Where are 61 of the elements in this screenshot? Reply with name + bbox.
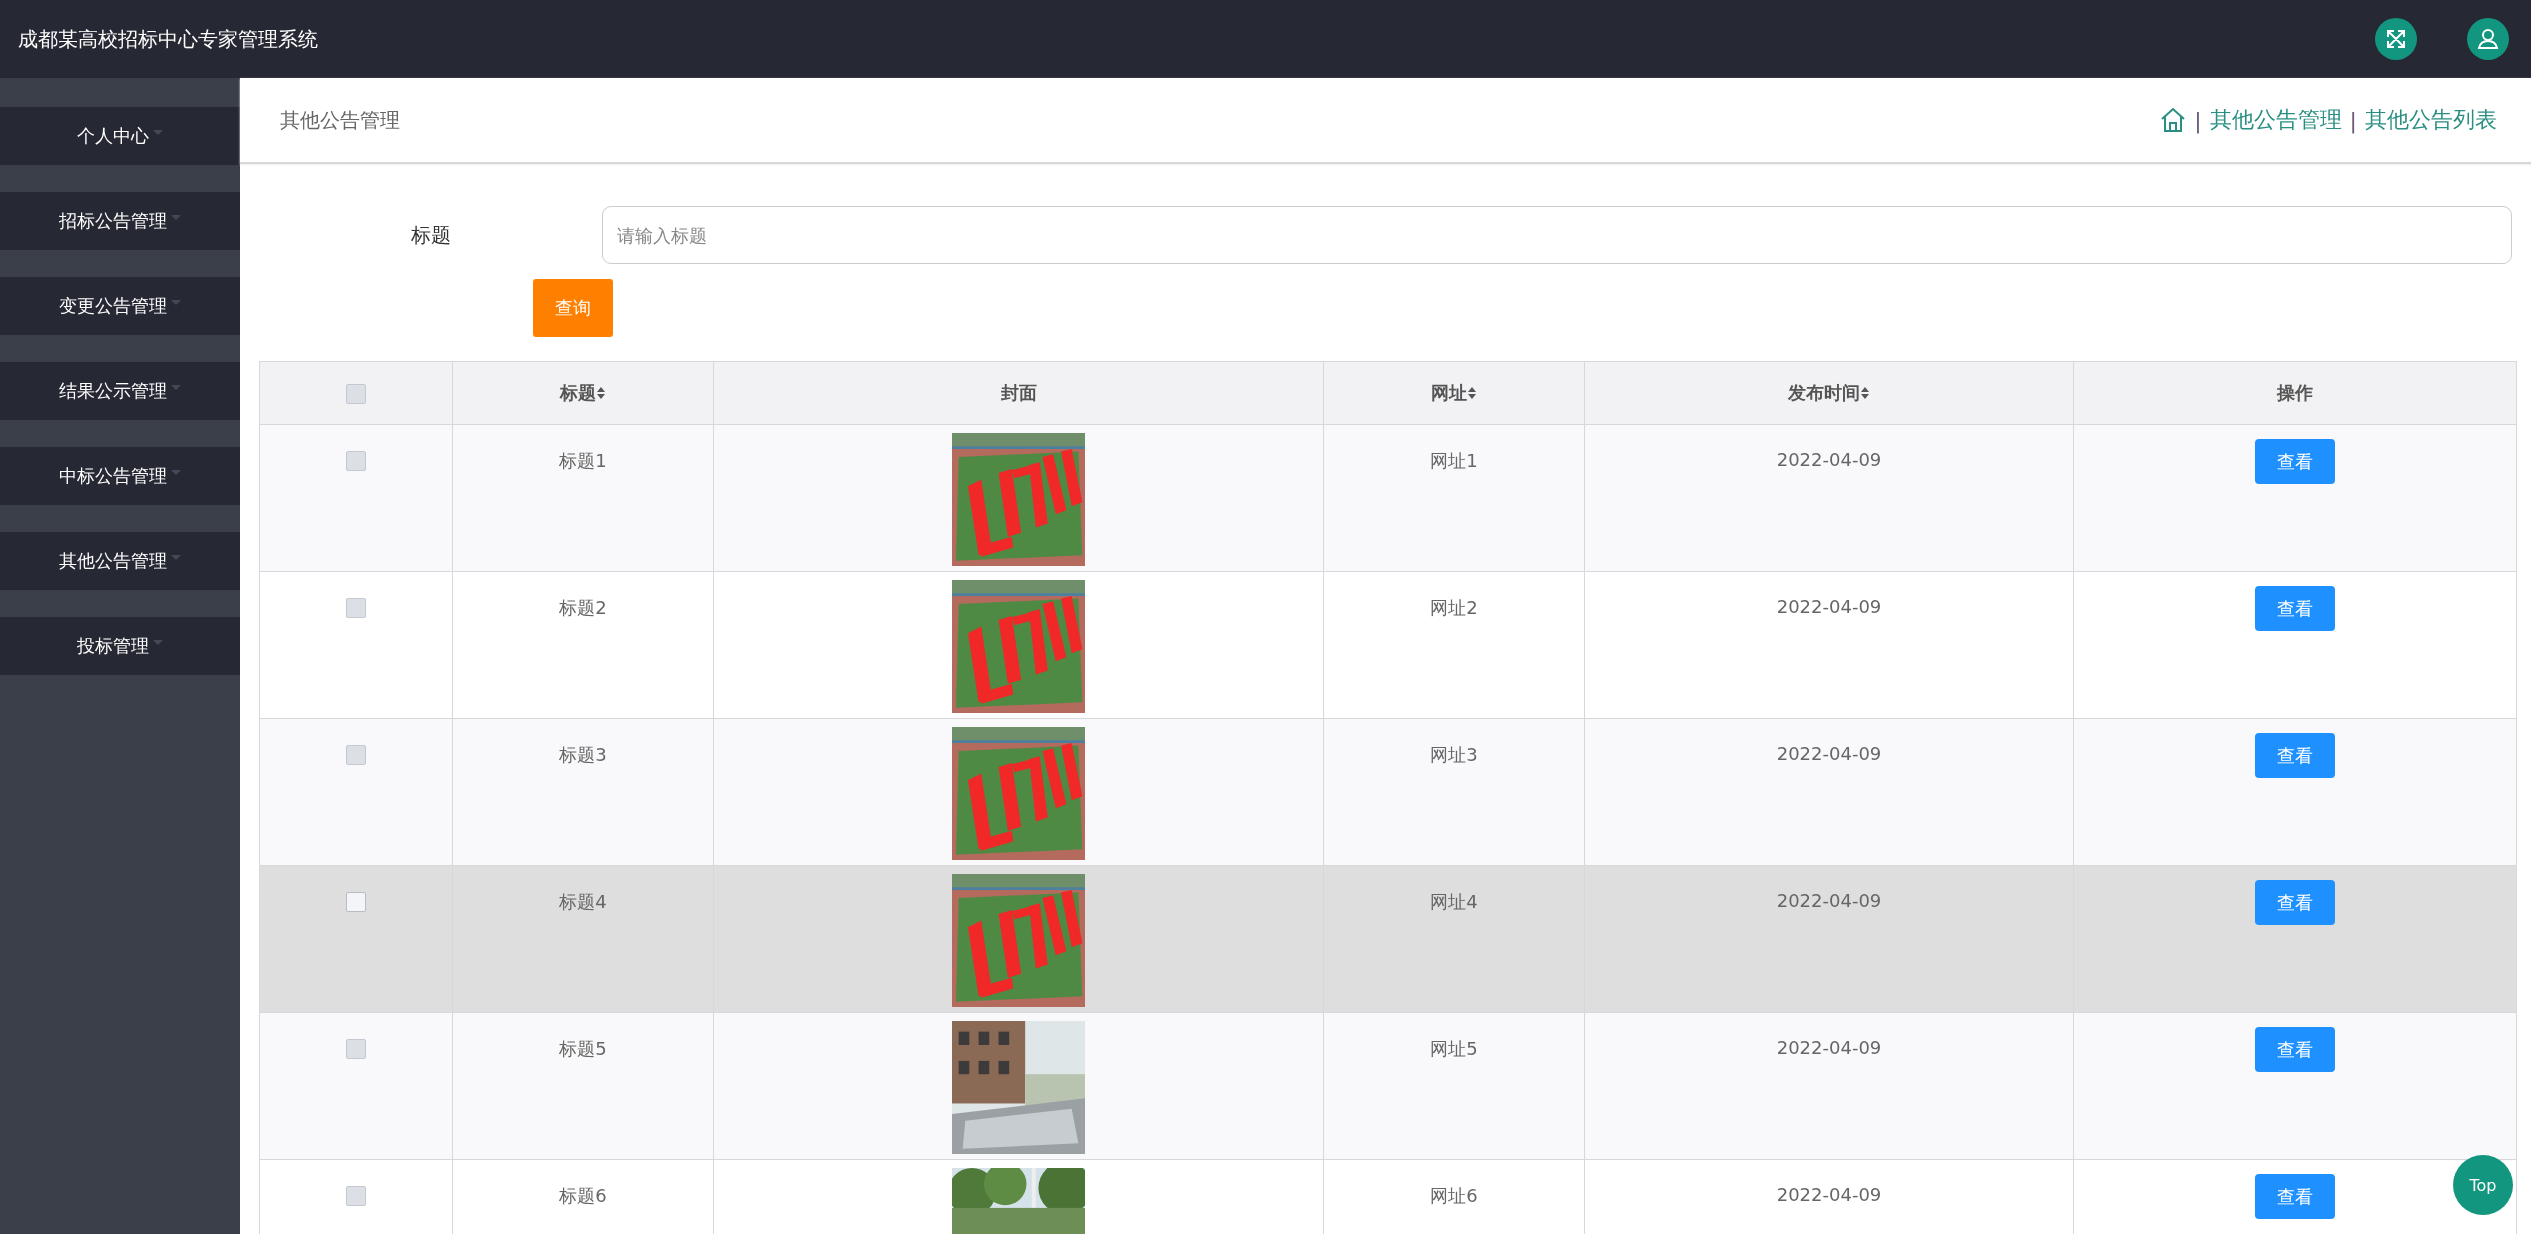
table-cell: 标题4 bbox=[559, 890, 607, 914]
checkbox[interactable] bbox=[346, 598, 366, 618]
sidebar-item[interactable]: 其他公告管理 bbox=[0, 532, 240, 590]
caret-icon bbox=[171, 384, 181, 390]
sidebar-item[interactable]: 结果公示管理 bbox=[0, 362, 240, 420]
table-cell: 2022-04-09 bbox=[1776, 743, 1882, 764]
table-cell: 网址2 bbox=[1430, 596, 1478, 620]
table-cell: 网址5 bbox=[1430, 1037, 1478, 1061]
checkbox[interactable] bbox=[346, 451, 366, 471]
column-header: 操作 bbox=[2277, 381, 2313, 405]
expand-icon bbox=[2385, 28, 2407, 50]
checkbox[interactable] bbox=[346, 892, 366, 912]
checkbox[interactable] bbox=[346, 1039, 366, 1059]
table-cell: 标题3 bbox=[559, 743, 607, 767]
table-cell: 2022-04-09 bbox=[1776, 890, 1882, 911]
table-cell: 标题2 bbox=[559, 596, 607, 620]
table-cell: 标题1 bbox=[559, 449, 607, 473]
breadcrumb-separator: | bbox=[2349, 107, 2357, 133]
table-cell: 网址6 bbox=[1430, 1184, 1478, 1208]
sidebar-item[interactable]: 投标管理 bbox=[0, 617, 240, 675]
caret-icon bbox=[171, 299, 181, 305]
column-header[interactable]: 发布时间 bbox=[1788, 381, 1860, 405]
caret-icon bbox=[171, 469, 181, 475]
table-cell: 网址1 bbox=[1430, 449, 1478, 473]
sidebar-item[interactable]: 中标公告管理 bbox=[0, 447, 240, 505]
table-cell: 2022-04-09 bbox=[1776, 1037, 1882, 1058]
breadcrumb-link[interactable]: 其他公告管理 bbox=[2209, 105, 2342, 135]
app-title: 成都某高校招标中心专家管理系统 bbox=[18, 25, 319, 53]
home-icon[interactable] bbox=[2160, 107, 2187, 133]
table-cell: 网址4 bbox=[1430, 890, 1478, 914]
fullscreen-button[interactable] bbox=[2375, 18, 2417, 60]
table-cell: 2022-04-09 bbox=[1776, 449, 1882, 470]
breadcrumb-link[interactable]: 其他公告列表 bbox=[2365, 105, 2497, 135]
user-icon bbox=[2477, 28, 2499, 50]
column-header: 封面 bbox=[1000, 381, 1037, 405]
table-cell: 2022-04-09 bbox=[1776, 596, 1882, 617]
sort-icon[interactable] bbox=[1860, 386, 1870, 400]
caret-icon bbox=[153, 129, 163, 135]
sidebar-item[interactable]: 个人中心 bbox=[0, 107, 240, 165]
breadcrumb-separator: | bbox=[2194, 107, 2202, 133]
checkbox[interactable] bbox=[346, 745, 366, 765]
column-header[interactable]: 网址 bbox=[1431, 381, 1467, 405]
title-search-field[interactable]: 请输入标题 bbox=[602, 206, 2512, 264]
table-cell: 2022-04-09 bbox=[1776, 1184, 1882, 1205]
sidebar-item[interactable]: 变更公告管理 bbox=[0, 277, 240, 335]
table-cell: 标题6 bbox=[559, 1184, 607, 1208]
page-title: 其他公告管理 bbox=[280, 106, 401, 134]
field-label: 标题 bbox=[409, 221, 452, 249]
user-button[interactable] bbox=[2467, 18, 2509, 60]
sort-icon[interactable] bbox=[596, 386, 606, 400]
sidebar-item[interactable]: 招标公告管理 bbox=[0, 192, 240, 250]
table-cell: 标题5 bbox=[559, 1037, 607, 1061]
sort-icon[interactable] bbox=[1467, 386, 1477, 400]
caret-icon bbox=[171, 214, 181, 220]
table-cell: 网址3 bbox=[1430, 743, 1478, 767]
caret-icon bbox=[153, 639, 163, 645]
back-to-top-button[interactable]: Top bbox=[2453, 1155, 2513, 1215]
caret-icon bbox=[171, 554, 181, 560]
column-header[interactable]: 标题 bbox=[560, 381, 596, 405]
select-all-checkbox[interactable] bbox=[346, 384, 366, 404]
checkbox[interactable] bbox=[346, 1186, 366, 1206]
